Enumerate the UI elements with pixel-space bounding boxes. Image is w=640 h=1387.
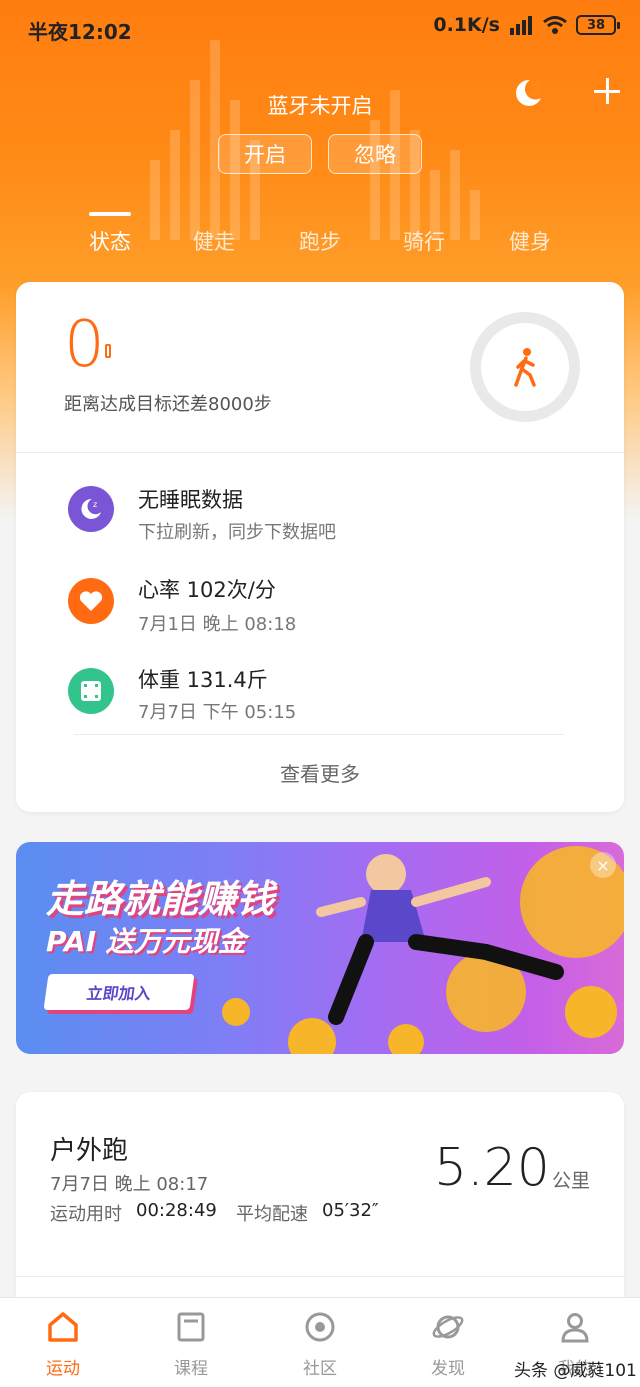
- signal-icon: [510, 16, 532, 35]
- tab-cycling[interactable]: 骑行: [384, 226, 464, 256]
- nav-community[interactable]: 社区: [275, 1310, 365, 1379]
- weight-time: 7月7日 下午 05:15: [138, 702, 297, 723]
- ignore-button[interactable]: 忽略: [328, 134, 422, 174]
- nav-sport[interactable]: 运动: [18, 1310, 108, 1379]
- banner-headline: 走路就能赚钱: [46, 877, 275, 921]
- community-icon: [305, 1312, 335, 1342]
- status-time: 半夜12:02: [28, 20, 132, 44]
- promo-banner[interactable]: 走路就能赚钱 PAI 送万元现金 立即加入 ×: [16, 842, 624, 1054]
- watermark: 头条 @威蕤101: [514, 1361, 637, 1381]
- battery-icon: 38: [576, 15, 620, 35]
- sport-tabs: 状态 健走 跑步 骑行 健身: [0, 212, 640, 262]
- divider: [74, 734, 564, 735]
- tab-fitness[interactable]: 健身: [490, 226, 570, 256]
- bluetooth-status: 蓝牙未开启: [267, 94, 373, 118]
- run-pace-label: 平均配速: [236, 1204, 308, 1225]
- active-tab-indicator: [89, 212, 131, 216]
- weight-title: 体重 131.4斤: [138, 668, 268, 692]
- status-bar: 半夜12:02 0.1K/s 38: [0, 0, 640, 56]
- run-duration-label: 运动用时: [50, 1204, 122, 1225]
- steps-progress-ring[interactable]: [470, 312, 580, 422]
- nav-courses-label: 课程: [174, 1359, 208, 1379]
- run-distance-unit: 公里: [552, 1170, 591, 1192]
- tab-running[interactable]: 跑步: [280, 226, 360, 256]
- heart-rate-time: 7月1日 晚上 08:18: [138, 614, 297, 635]
- wifi-icon: [543, 16, 567, 34]
- svg-text:z: z: [93, 500, 97, 509]
- nav-discover[interactable]: 发现: [403, 1310, 493, 1379]
- walking-person-icon: [514, 348, 536, 387]
- planet-icon: [432, 1315, 464, 1339]
- tab-status[interactable]: 状态: [70, 226, 150, 256]
- band-icon: [105, 344, 111, 358]
- run-title: 户外跑: [50, 1136, 129, 1166]
- run-distance: 5.20: [434, 1138, 550, 1198]
- nav-community-label: 社区: [303, 1359, 337, 1379]
- battery-level: 38: [586, 17, 606, 33]
- heart-icon: [68, 578, 114, 624]
- view-more-link[interactable]: 查看更多: [16, 758, 624, 787]
- nav-discover-label: 发现: [431, 1359, 465, 1379]
- heart-rate-title: 心率 102次/分: [138, 578, 276, 602]
- run-pace-value: 05′32″: [322, 1200, 379, 1221]
- nav-sport-label: 运动: [46, 1359, 80, 1379]
- course-book-icon: [177, 1312, 205, 1342]
- banner-subheadline: PAI 送万元现金: [46, 925, 246, 958]
- close-banner-icon[interactable]: ×: [590, 852, 616, 878]
- status-card: 0 距离达成目标还差8000步 z 无睡眠数据 下拉刷新，同步下数据吧 心率 1…: [16, 282, 624, 812]
- home-icon: [48, 1312, 78, 1342]
- enable-bluetooth-button[interactable]: 开启: [218, 134, 312, 174]
- network-speed: 0.1K/s: [433, 14, 500, 36]
- sleep-subtitle: 下拉刷新，同步下数据吧: [138, 522, 336, 543]
- nav-courses[interactable]: 课程: [146, 1310, 236, 1379]
- sleep-moon-icon: z: [68, 486, 114, 532]
- divider: [16, 1276, 624, 1277]
- tab-walking[interactable]: 健走: [174, 226, 254, 256]
- run-date: 7月7日 晚上 08:17: [50, 1174, 209, 1195]
- weight-scale-icon: [68, 668, 114, 714]
- outdoor-run-card[interactable]: 户外跑 7月7日 晚上 08:17 运动用时 00:28:49 平均配速 05′…: [16, 1092, 624, 1332]
- sleep-title: 无睡眠数据: [138, 488, 243, 512]
- join-now-button[interactable]: 立即加入: [43, 974, 195, 1010]
- profile-icon: [561, 1313, 589, 1343]
- divider: [16, 452, 624, 453]
- run-duration-value: 00:28:49: [136, 1200, 217, 1221]
- steps-goal-text: 距离达成目标还差8000步: [64, 394, 272, 415]
- steps-count[interactable]: 0: [64, 308, 105, 382]
